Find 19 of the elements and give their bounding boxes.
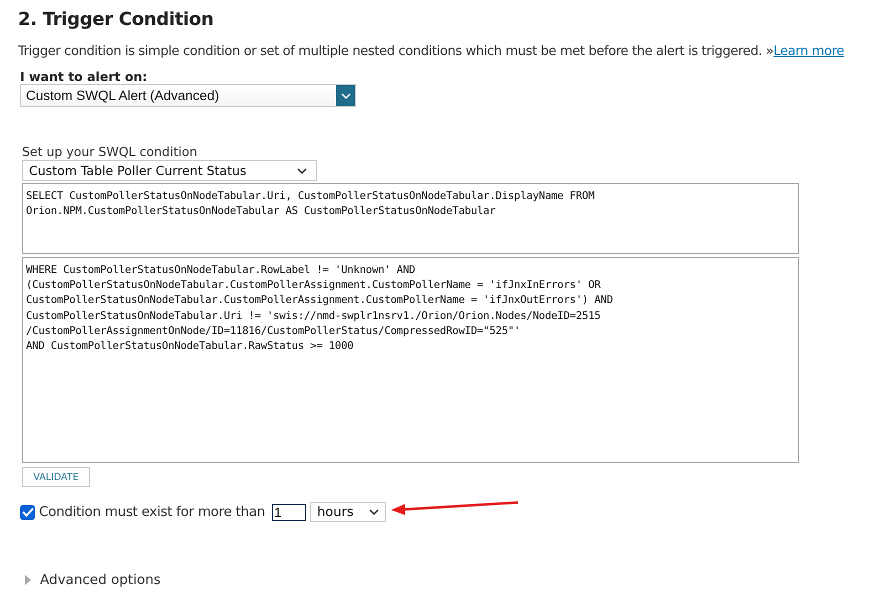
- select-query-field[interactable]: SELECT CustomPollerStatusOnNodeTabular.Uri, CustomPollerStatusOnNodeTabular.DisplayName FROM Orion.NPM.CustomPollerStatusOnNodeTabular AS CustomPollerStatusOnNodeTabular: [22, 183, 799, 254]
- chevron-down-icon: [297, 168, 307, 174]
- swql-label: Set up your SWQL condition: [22, 144, 198, 159]
- alert-type-dropdown[interactable]: Custom SWQL Alert (Advanced): [20, 84, 356, 107]
- learn-more-link[interactable]: Learn more: [773, 44, 844, 59]
- swql-template-dropdown[interactable]: Custom Table Poller Current Status: [22, 160, 317, 181]
- alert-on-label: I want to alert on:: [20, 69, 148, 84]
- description-text: Trigger condition is simple condition or set of multiple nested conditions which must be met before the alert is triggered. »: [18, 44, 774, 59]
- checkbox[interactable]: [20, 504, 35, 520]
- advanced-options-toggle[interactable]: Advanced options: [24, 572, 856, 588]
- chevron-down-icon: [369, 509, 380, 515]
- section-heading: 2. Trigger Condition: [18, 9, 214, 30]
- duration-input[interactable]: 1: [272, 504, 306, 520]
- validate-button[interactable]: VALIDATE: [22, 467, 90, 487]
- unit-dropdown[interactable]: hours: [310, 502, 386, 522]
- triangle-right-icon: [24, 575, 32, 585]
- where-query-field[interactable]: WHERE CustomPollerStatusOnNodeTabular.RowLabel != 'Unknown' AND (CustomPollerStatusOnNodeTabular.CustomPollerAssignment.CustomPollerName = 'ifJnxInErrors' OR CustomPollerStatusOnNodeTabular.CustomPollerAssignment.CustomPollerName = 'ifJnxOutErrors') AND CustomPollerStatusOnNodeTabular.Uri != 'swis://nmd-swplr1nsrv1./Orion/Orion.Nodes/NodeID=2515 /CustomPollerAssignmentOnNode/ID=11816/CustomPollerStatus/CompressedRowID="525"' AND CustomPollerStatusOnNodeTabular.RawStatus >= 1000: [22, 257, 799, 463]
- condition-label: Condition must exist for more than: [39, 504, 266, 520]
- chevron-down-icon: [336, 85, 355, 106]
